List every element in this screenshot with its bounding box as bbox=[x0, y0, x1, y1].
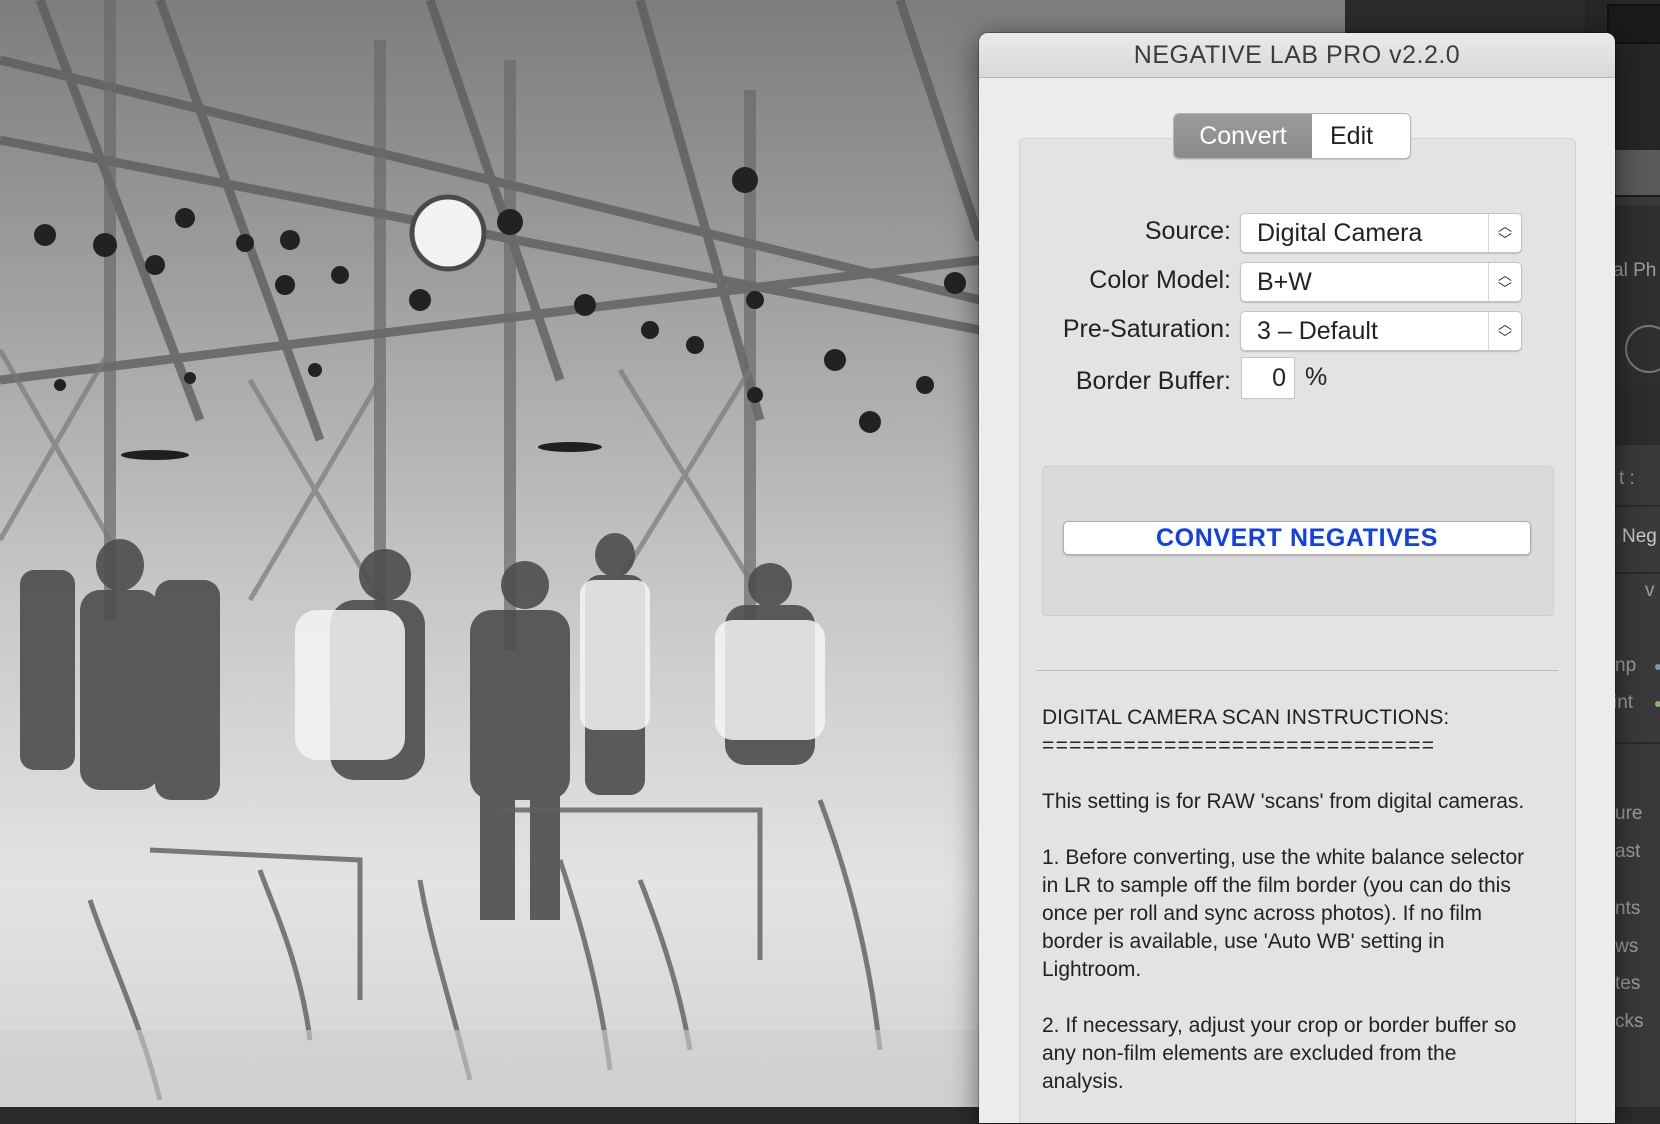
border-buffer-value: 0 bbox=[1272, 364, 1286, 392]
color-model-select[interactable]: B+W ︿ ﹀ bbox=[1240, 262, 1522, 302]
pre-saturation-select[interactable]: 3 – Default ︿ ﹀ bbox=[1240, 311, 1522, 351]
lr-slider-label: nts bbox=[1615, 898, 1641, 919]
lr-slider-label: tes bbox=[1615, 973, 1641, 994]
up-down-chevron-icon: ︿ ﹀ bbox=[1488, 312, 1521, 350]
instructions-paragraph: 2. If necessary, adjust your crop or bor… bbox=[1042, 1014, 1517, 1093]
instructions-heading: DIGITAL CAMERA SCAN INSTRUCTIONS: bbox=[1042, 706, 1450, 729]
source-value: Digital Camera bbox=[1257, 219, 1423, 247]
section-divider bbox=[1036, 670, 1558, 671]
lr-slider-label: np bbox=[1615, 655, 1637, 676]
pre-saturation-label: Pre-Saturation: bbox=[1062, 315, 1231, 343]
instructions-rule: ============================= bbox=[1042, 734, 1436, 757]
lr-panel-label: t : bbox=[1619, 468, 1635, 489]
lr-preset-name[interactable]: Neg bbox=[1622, 526, 1657, 548]
lr-slider-dot[interactable] bbox=[1655, 701, 1660, 707]
window-title[interactable]: NEGATIVE LAB PRO v2.2.0 bbox=[979, 33, 1615, 78]
source-select[interactable]: Digital Camera ︿ ﹀ bbox=[1240, 213, 1522, 253]
lr-panel-label: v bbox=[1645, 580, 1655, 601]
up-down-chevron-icon: ︿ ﹀ bbox=[1488, 214, 1521, 252]
convert-negatives-button[interactable]: CONVERT NEGATIVES bbox=[1063, 521, 1531, 555]
tab-convert[interactable]: Convert bbox=[1174, 114, 1312, 158]
mode-tabs: Convert Edit bbox=[1173, 113, 1411, 159]
scan-instructions: DIGITAL CAMERA SCAN INSTRUCTIONS: ======… bbox=[1042, 704, 1542, 1124]
histogram-clip-indicator[interactable] bbox=[1607, 4, 1660, 44]
source-label: Source: bbox=[1144, 217, 1231, 245]
border-buffer-input[interactable]: 0 bbox=[1241, 357, 1295, 399]
lr-slider-label: ast bbox=[1615, 841, 1641, 862]
lr-slider-label: int bbox=[1613, 692, 1634, 713]
instructions-paragraph: This setting is for RAW 'scans' from dig… bbox=[1042, 790, 1525, 813]
up-down-chevron-icon: ︿ ﹀ bbox=[1488, 263, 1521, 301]
photo-content bbox=[0, 0, 980, 1107]
pre-saturation-value: 3 – Default bbox=[1257, 317, 1378, 345]
color-model-value: B+W bbox=[1257, 268, 1312, 296]
lr-slider-dot[interactable] bbox=[1655, 664, 1660, 670]
lr-slider-label: cks bbox=[1615, 1011, 1644, 1032]
lr-slider-label: ws bbox=[1615, 936, 1639, 957]
color-model-label: Color Model: bbox=[1089, 266, 1231, 294]
convert-panel: CONVERT NEGATIVES bbox=[1042, 466, 1554, 616]
border-buffer-unit: % bbox=[1305, 363, 1328, 391]
instructions-paragraph: 1. Before converting, use the white bala… bbox=[1042, 846, 1525, 981]
lr-slider-label: ure bbox=[1615, 803, 1643, 824]
border-buffer-label: Border Buffer: bbox=[1075, 367, 1231, 395]
tab-edit[interactable]: Edit bbox=[1312, 114, 1410, 158]
lr-panel-label: al Ph bbox=[1613, 260, 1657, 281]
